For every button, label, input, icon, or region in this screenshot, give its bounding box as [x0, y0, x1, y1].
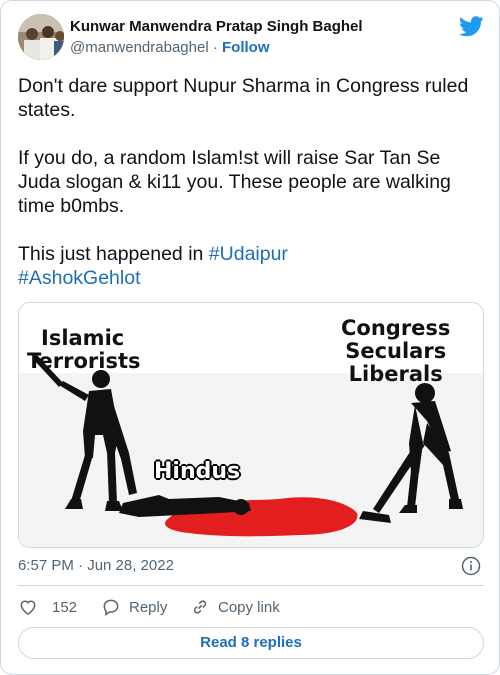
author-handle-row: @manwendrabaghel · Follow — [70, 39, 270, 56]
avatar-photo — [18, 14, 64, 60]
meme-label-congress-seculars-liberals: Congress Seculars Liberals — [341, 316, 451, 386]
tweet-paragraph-2: If you do, a random Islam!st will raise … — [18, 147, 451, 217]
author-display-name[interactable]: Kunwar Manwendra Pratap Singh Baghel — [70, 18, 363, 35]
separator-dot: · — [212, 39, 218, 56]
copy-link-label: Copy link — [218, 598, 280, 616]
tweet-paragraph-3: This just happened in #Udaipur — [18, 242, 488, 266]
author-handle[interactable]: @manwendrabaghel — [70, 39, 209, 56]
tweet-paragraph-3-text: This just happened in — [18, 243, 209, 265]
meme-label-hindus: Hindus — [154, 459, 241, 484]
copy-link-button[interactable]: Copy link — [190, 597, 280, 617]
tweet-text: Don't dare support Nupur Sharma in Congr… — [18, 74, 488, 290]
reply-bubble-icon — [103, 599, 119, 616]
heart-icon — [20, 600, 36, 615]
tweet-paragraph-1: Don't dare support Nupur Sharma in Congr… — [18, 75, 469, 121]
hashtag-udaipur[interactable]: #Udaipur — [209, 243, 288, 265]
like-count: 152 — [52, 598, 78, 616]
tweet-timestamp[interactable]: 6:57 PM · Jun 28, 2022 — [18, 557, 174, 574]
twitter-bird-icon[interactable] — [459, 16, 484, 37]
tweet-paragraph-4: #AshokGehlot — [18, 266, 488, 290]
hashtag-ashokgehlot[interactable]: #AshokGehlot — [18, 267, 141, 289]
reply-button[interactable]: Reply — [101, 597, 167, 617]
like-button[interactable]: 152 — [18, 597, 77, 617]
tweet-card: Kunwar Manwendra Pratap Singh Baghel @ma… — [0, 0, 500, 675]
reply-label: Reply — [129, 598, 168, 616]
read-replies-button[interactable]: Read 8 replies — [18, 627, 484, 659]
link-icon — [193, 600, 207, 614]
tweet-media-image[interactable]: Islamic Terrorists Congress Seculars Lib… — [18, 302, 484, 548]
follow-link[interactable]: Follow — [222, 39, 270, 56]
info-icon[interactable] — [461, 556, 481, 576]
divider — [18, 585, 484, 586]
avatar[interactable] — [18, 14, 64, 60]
meme-label-islamic-terrorists: Islamic Terrorists — [27, 326, 141, 373]
